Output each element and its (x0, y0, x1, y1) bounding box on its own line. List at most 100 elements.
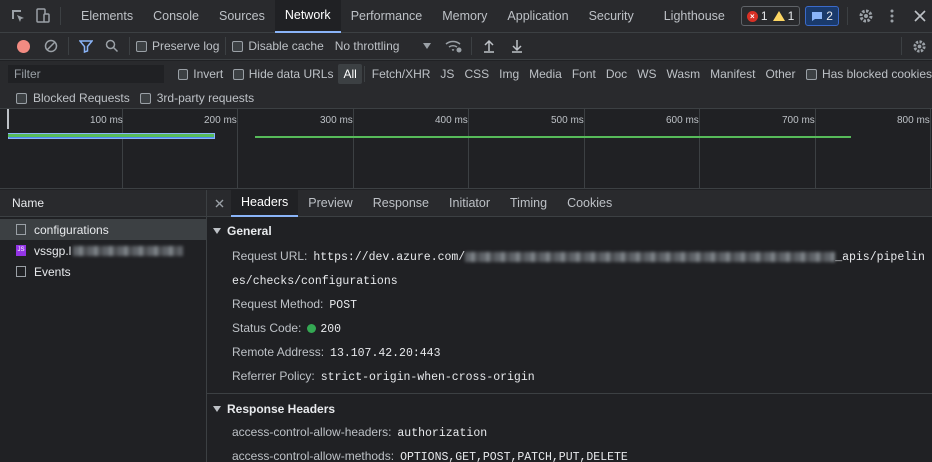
request-name: Events (34, 264, 71, 279)
tab-memory[interactable]: Memory (432, 0, 497, 33)
request-url-start: https://dev.azure.com/ (313, 251, 466, 264)
record-icon[interactable] (12, 35, 34, 57)
remote-address-value: 13.107.42.20:443 (330, 347, 441, 360)
hide-data-urls-checkbox[interactable] (233, 68, 244, 80)
filter-type-doc[interactable]: Doc (601, 64, 632, 84)
issues-badge[interactable]: × 1 1 (740, 6, 801, 26)
request-method-label: Request Method: (232, 297, 324, 311)
section-divider (207, 393, 932, 394)
request-details: Headers Preview Response Initiator Timin… (207, 189, 932, 462)
more-options-icon[interactable] (882, 6, 902, 26)
timeline-overview[interactable]: 100 ms 200 ms 300 ms 400 ms 500 ms 600 m… (0, 109, 932, 189)
tab-application[interactable]: Application (497, 0, 578, 33)
network-settings-gear-icon[interactable] (908, 35, 930, 57)
request-list: Name configurations JS vssgp.l Events (0, 190, 207, 462)
response-headers-header[interactable]: Response Headers (213, 397, 932, 421)
search-icon[interactable] (101, 35, 123, 57)
header-row: access-control-allow-methods: OPTIONS,GET… (213, 445, 932, 462)
close-devtools-icon[interactable] (910, 6, 930, 26)
filter-bar: Filter Invert Hide data URLs All Fetch/X… (0, 61, 932, 109)
timeline-tick: 400 ms (435, 115, 468, 126)
tab-cookies[interactable]: Cookies (557, 190, 622, 217)
throttling-select[interactable]: No throttling (335, 39, 432, 53)
filter-type-img[interactable]: Img (494, 64, 524, 84)
document-icon (16, 266, 26, 277)
preserve-log-label: Preserve log (152, 39, 220, 53)
response-headers-title: Response Headers (227, 402, 336, 416)
clear-icon[interactable] (40, 35, 62, 57)
disable-cache-label: Disable cache (248, 39, 324, 53)
warning-icon (772, 11, 785, 21)
filter-type-other[interactable]: Other (760, 64, 800, 84)
tab-security[interactable]: Security (579, 0, 644, 33)
request-name: configurations (34, 222, 109, 237)
tab-headers[interactable]: Headers (231, 189, 299, 217)
tab-initiator[interactable]: Initiator (439, 190, 500, 217)
third-party-checkbox[interactable] (139, 92, 151, 104)
network-toolbar: Preserve log Disable cache No throttling (0, 33, 932, 60)
third-party-label: 3rd-party requests (156, 91, 255, 105)
warning-count: 1 (787, 9, 795, 23)
caret-down-icon (213, 406, 221, 412)
document-icon (16, 224, 26, 235)
referrer-policy-label: Referrer Policy: (232, 369, 315, 383)
tab-timing[interactable]: Timing (500, 190, 557, 217)
filter-type-font[interactable]: Font (567, 64, 601, 84)
inspect-element-icon[interactable] (8, 6, 28, 26)
messages-badge[interactable]: 2 (805, 6, 839, 26)
filter-icon[interactable] (75, 35, 97, 57)
message-icon (812, 11, 823, 21)
response-headers-section: Response Headers access-control-allow-he… (207, 397, 932, 462)
tab-lighthouse[interactable]: Lighthouse (650, 0, 739, 33)
filter-type-wasm[interactable]: Wasm (662, 64, 706, 84)
tab-preview[interactable]: Preview (298, 190, 362, 217)
script-icon: JS (16, 245, 26, 256)
general-section-header[interactable]: General (213, 217, 932, 245)
request-url-label: Request URL: (232, 249, 308, 263)
filter-type-fetch-xhr[interactable]: Fetch/XHR (367, 64, 436, 84)
filter-type-ws[interactable]: WS (632, 64, 661, 84)
timeline-tick: 500 ms (551, 115, 584, 126)
blocked-requests-checkbox[interactable] (16, 92, 27, 104)
device-toolbar-icon[interactable] (32, 6, 52, 26)
request-row[interactable]: configurations (0, 219, 206, 240)
throttling-value: No throttling (334, 39, 400, 53)
tab-performance[interactable]: Performance (341, 0, 433, 33)
timeline-tick: 800 ms (897, 115, 930, 126)
import-har-icon[interactable] (478, 35, 500, 57)
header-name: access-control-allow-headers: (232, 425, 392, 439)
referrer-policy-value: strict-origin-when-cross-origin (320, 371, 535, 384)
name-column-header[interactable]: Name (0, 190, 206, 217)
tab-response[interactable]: Response (363, 190, 439, 217)
has-blocked-cookies-checkbox[interactable] (806, 68, 817, 80)
filter-type-all[interactable]: All (338, 64, 362, 84)
preserve-log-checkbox[interactable] (136, 40, 147, 52)
request-row[interactable]: Events (0, 261, 206, 282)
details-tab-bar: Headers Preview Response Initiator Timin… (207, 189, 932, 217)
general-section: General Request URL: https://dev.azure.co… (207, 217, 932, 389)
caret-down-icon (213, 228, 221, 234)
request-method-row: Request Method: POST (213, 293, 932, 317)
close-details-icon[interactable] (207, 199, 231, 208)
error-icon: × (746, 10, 758, 22)
filter-type-css[interactable]: CSS (459, 64, 494, 84)
timeline-bar (255, 136, 851, 138)
tab-elements[interactable]: Elements (71, 0, 143, 33)
tab-sources[interactable]: Sources (209, 0, 275, 33)
tab-console[interactable]: Console (143, 0, 209, 33)
filter-type-manifest[interactable]: Manifest (705, 64, 760, 84)
invert-checkbox[interactable] (177, 68, 189, 80)
timeline-selection-handle[interactable] (7, 109, 9, 129)
tab-network[interactable]: Network (274, 0, 341, 33)
filter-type-media[interactable]: Media (524, 64, 567, 84)
request-row[interactable]: JS vssgp.l (0, 240, 206, 261)
filter-type-js[interactable]: JS (435, 64, 459, 84)
disable-cache-checkbox[interactable] (232, 40, 244, 52)
timeline-tick: 200 ms (204, 115, 237, 126)
timeline-tick: 100 ms (90, 115, 123, 126)
export-har-icon[interactable] (506, 35, 528, 57)
network-conditions-icon[interactable] (443, 35, 465, 57)
filter-input[interactable]: Filter (8, 65, 164, 83)
settings-gear-icon[interactable] (856, 6, 876, 26)
chevron-down-icon (423, 43, 432, 49)
